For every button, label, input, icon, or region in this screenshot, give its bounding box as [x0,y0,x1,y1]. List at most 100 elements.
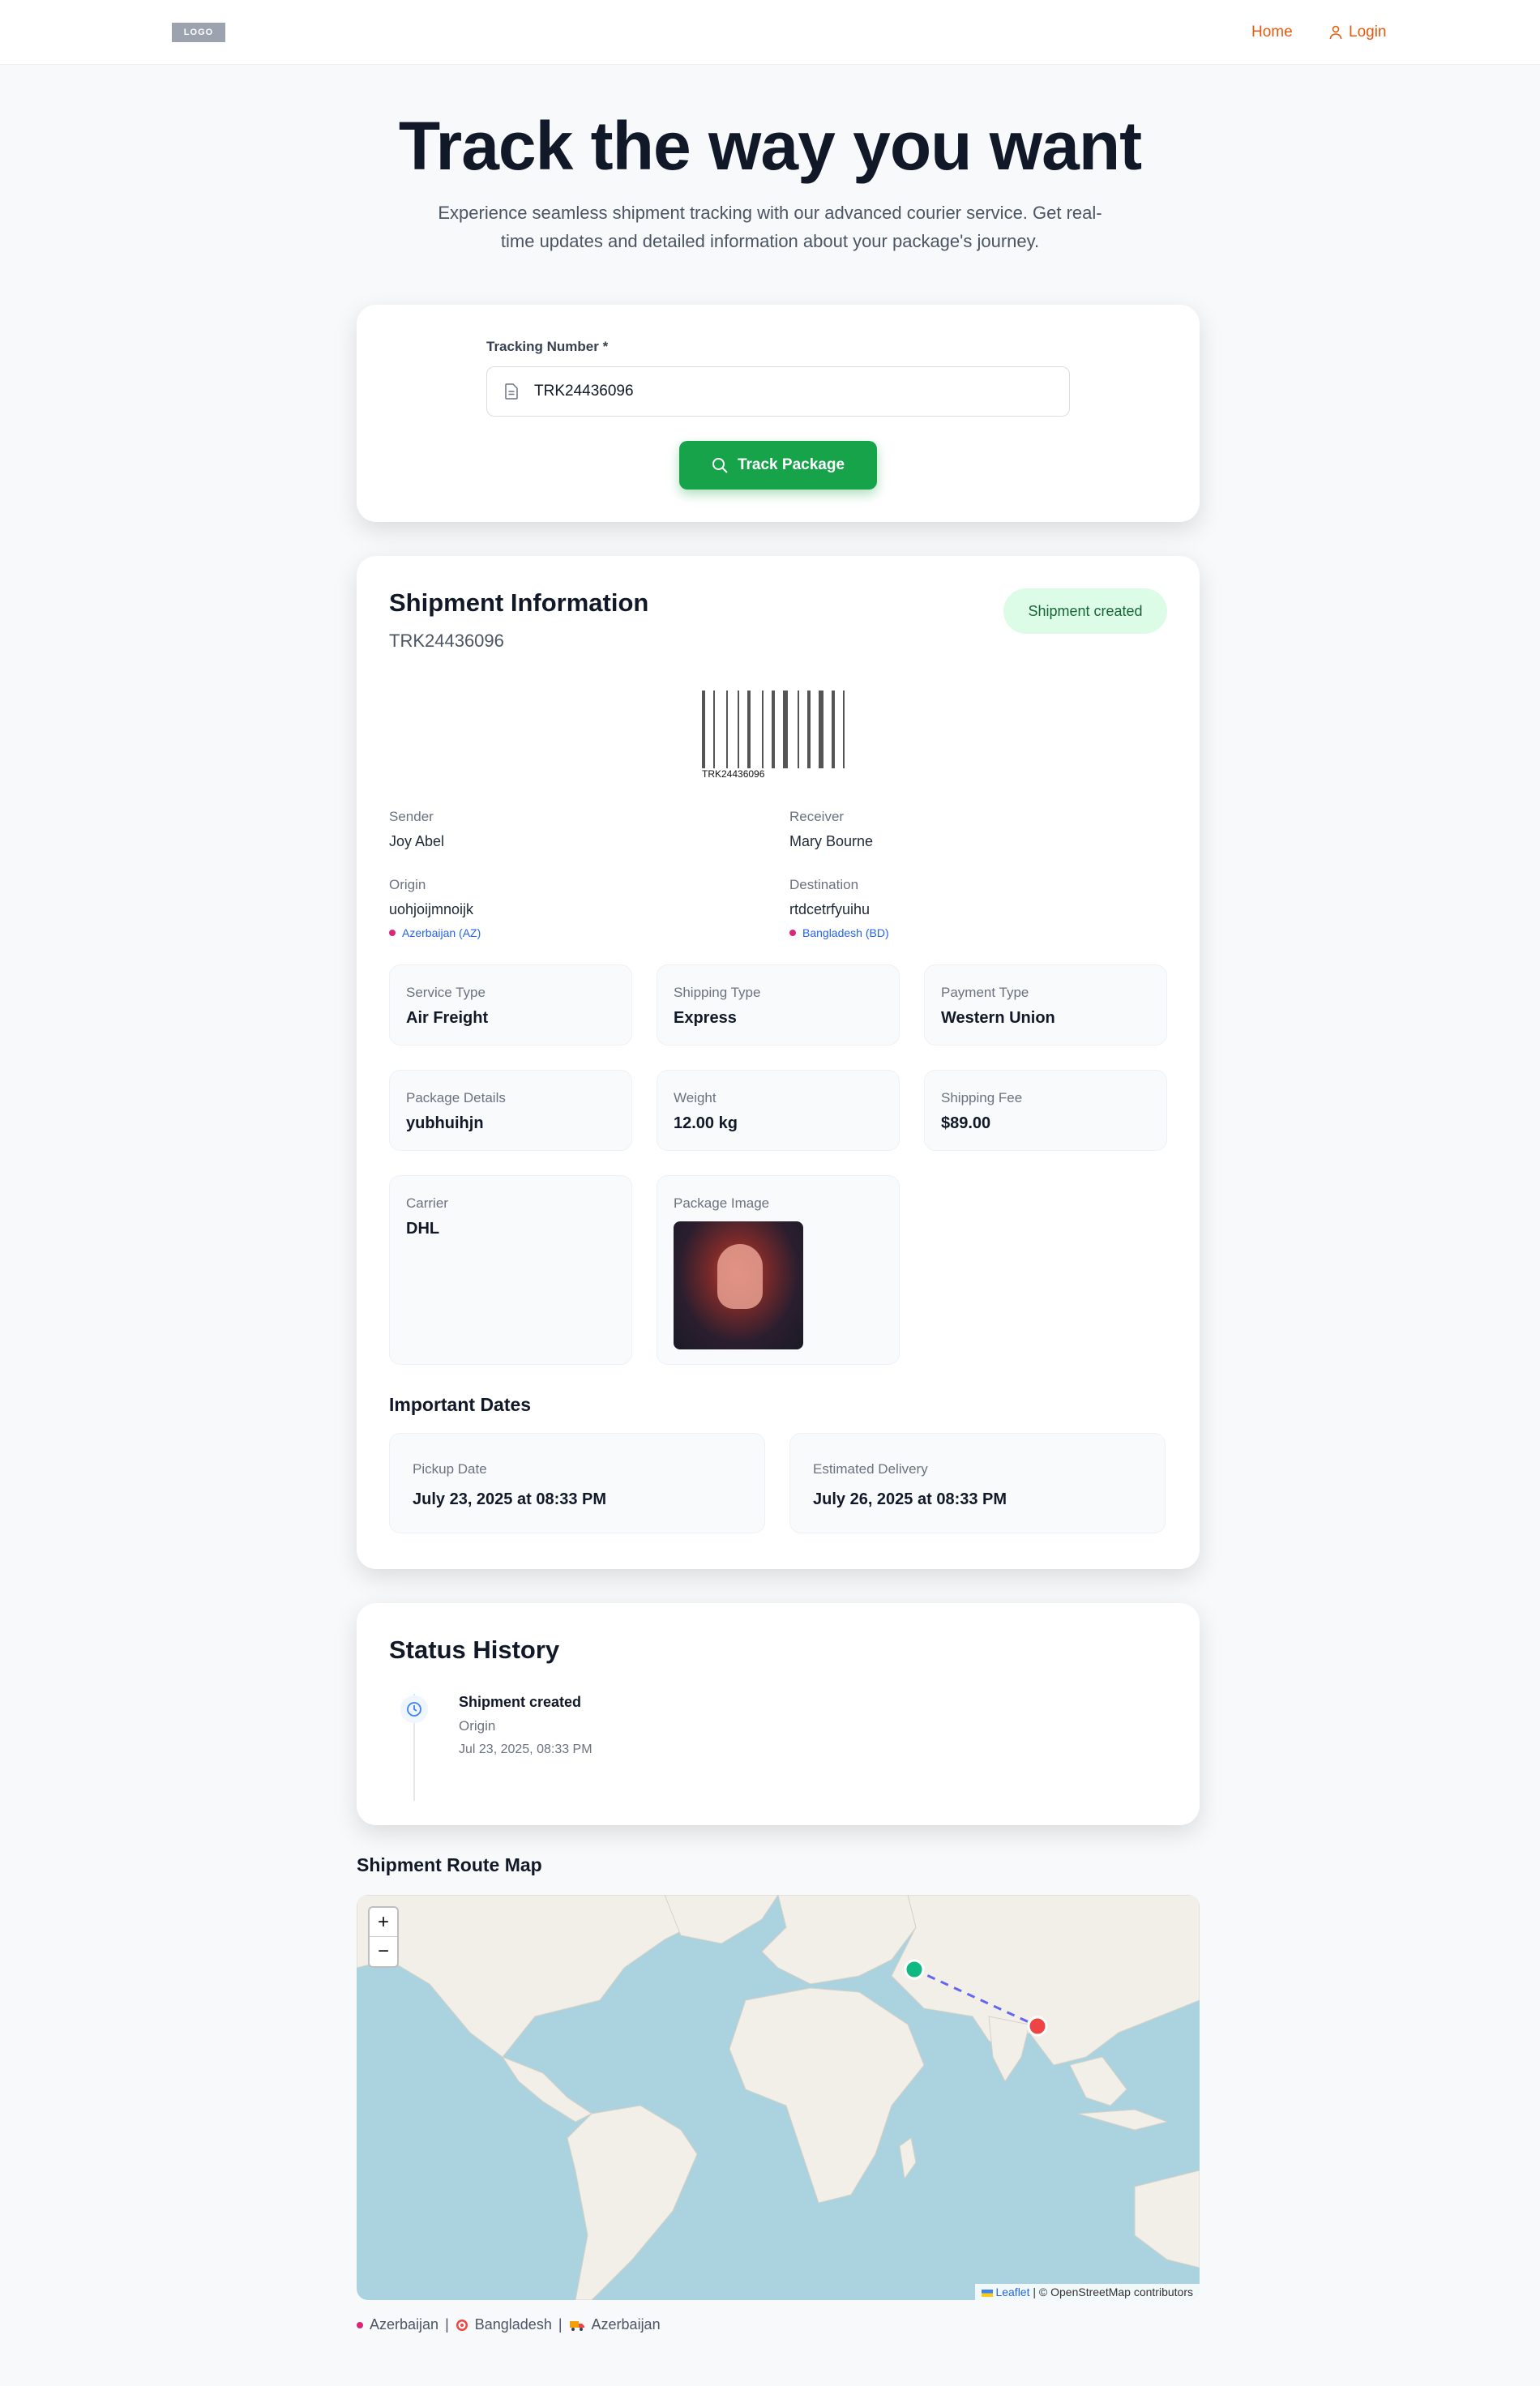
clock-icon [407,1702,421,1717]
legend-origin: Azerbaijan [370,2316,439,2333]
zoom-out-button[interactable]: − [370,1937,397,1966]
madagascar [899,2137,917,2180]
shipment-info-title: Shipment Information [389,588,649,617]
track-package-label: Track Package [737,456,845,473]
leaflet-link[interactable]: Leaflet [995,2286,1029,2298]
central-america [501,2055,592,2123]
detail-carrier: Carrier DHL [389,1175,632,1365]
detail-label: Shipping Type [674,985,761,1000]
hero-title: Track the way you want [398,108,1142,184]
destination-country: Bangladesh (BD) [789,926,889,939]
pin-icon [389,930,396,936]
detail-value: Express [674,1009,737,1027]
detail-package-details: Package Details yubhuihjn [389,1070,632,1151]
detail-label: Shipping Fee [941,1090,1023,1105]
timeline-dot [400,1695,428,1723]
receiver-block: Receiver Mary Bourne [789,809,873,850]
detail-package-image: Package Image [657,1175,900,1365]
destination-country-label: Bangladesh (BD) [802,926,889,939]
estimated-delivery-label: Estimated Delivery [813,1461,928,1477]
receiver-value: Mary Bourne [789,833,874,849]
detail-label: Package Image [674,1195,770,1211]
pickup-date-value: July 23, 2025 at 08:33 PM [413,1490,607,1508]
osm-attribution: | © OpenStreetMap contributors [1033,2286,1193,2298]
origin-marker[interactable] [904,1959,925,1980]
detail-shipping-type: Shipping Type Express [657,964,900,1045]
shipment-tracking-number: TRK24436096 [389,631,504,651]
destination-marker[interactable] [1027,2016,1048,2037]
detail-payment-type: Payment Type Western Union [924,964,1167,1045]
pickup-date-tile: Pickup Date July 23, 2025 at 08:33 PM [389,1433,765,1533]
detail-value: 12.00 kg [674,1114,738,1132]
map-attribution: Leaflet | © OpenStreetMap contributors [974,2284,1200,2300]
track-package-button[interactable]: Track Package [679,441,877,490]
southeast-asia [1069,2056,1127,2106]
flag-icon [981,2289,993,2297]
sender-block: Sender Joy Abel [389,809,444,850]
user-icon [1329,25,1342,40]
shipment-information-card: Shipment Information TRK24436096 Shipmen… [357,556,1200,1569]
greenland [664,1895,779,1944]
legend-separator: | [558,2316,563,2333]
map-legend: Azerbaijan | Bangladesh | Azerbaijan [357,2316,661,2333]
barcode-bar [843,691,845,768]
route-map[interactable]: + − Leaflet | © OpenStreetMap contributo… [357,1895,1200,2300]
barcode-bar [713,691,715,768]
barcode-bar [798,691,799,768]
important-dates-title: Important Dates [389,1394,532,1415]
estimated-delivery-tile: Estimated Delivery July 26, 2025 at 08:3… [789,1433,1166,1533]
nav-home-link[interactable]: Home [1251,23,1293,42]
barcode-bar [772,691,775,768]
pin-icon [789,930,796,936]
status-history-card: Status History Shipment created Origin J… [357,1603,1200,1825]
search-icon [712,458,728,473]
detail-label: Weight [674,1090,717,1105]
hero-subtitle: Experience seamless shipment tracking wi… [438,203,1102,251]
document-icon [505,383,518,400]
pickup-date-label: Pickup Date [413,1461,487,1477]
detail-value: yubhuihjn [406,1114,484,1132]
sender-label: Sender [389,809,434,824]
zoom-in-button[interactable]: + [370,1908,397,1937]
legend-destination: Bangladesh [474,2316,552,2333]
origin-country-label: Azerbaijan (AZ) [402,926,481,939]
status-history-title: Status History [389,1636,560,1664]
origin-value: uohjoijmnoijk [389,901,474,917]
package-image[interactable] [674,1221,803,1349]
receiver-label: Receiver [789,809,845,824]
origin-country: Azerbaijan (AZ) [389,926,481,939]
tracking-number-input[interactable] [534,383,1020,400]
barcode-bar [702,691,705,768]
estimated-delivery-value: July 26, 2025 at 08:33 PM [813,1490,1007,1508]
barcode-bar [832,691,835,768]
origin-block: Origin uohjoijmnoijk Azerbaijan (AZ) [389,877,481,939]
destination-value: rtdcetrfyuihu [789,901,871,917]
nav-login-link[interactable]: Login [1329,23,1387,42]
detail-label: Carrier [406,1195,448,1211]
detail-label: Service Type [406,985,486,1000]
logo[interactable]: LOGO [172,23,225,42]
pin-icon [357,2321,363,2328]
route-map-title: Shipment Route Map [357,1854,542,1875]
barcode-bar [726,691,728,768]
tracking-number-field[interactable] [486,366,1070,417]
barcode-bar [738,691,739,768]
tracking-search-card: Tracking Number * Track Package [357,305,1200,522]
login-label: Login [1349,24,1387,41]
map-tiles [357,1895,1200,2300]
sender-value: Joy Abel [389,833,445,849]
legend-current: Azerbaijan [591,2316,661,2333]
australia [1134,2170,1200,2268]
detail-label: Payment Type [941,985,1029,1000]
barcode-bar [819,691,823,768]
barcode-bar [762,691,764,768]
zoom-control: + − [368,1906,399,1968]
detail-shipping-fee: Shipping Fee $89.00 [924,1070,1167,1151]
timeline-location: Origin [459,1718,496,1734]
detail-weight: Weight 12.00 kg [657,1070,900,1151]
target-icon [456,2319,468,2331]
asia [891,1895,1200,2066]
detail-value: Air Freight [406,1009,489,1027]
origin-label: Origin [389,877,426,892]
detail-value: $89.00 [941,1114,991,1132]
